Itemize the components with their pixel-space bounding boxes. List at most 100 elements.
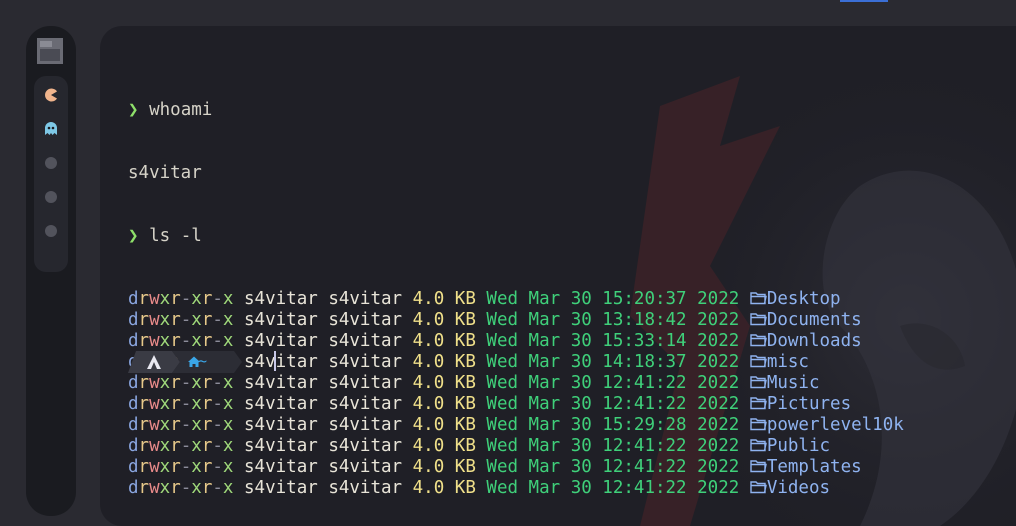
command-line: ❯ ls -l: [128, 226, 904, 247]
folder-icon: [750, 478, 767, 498]
listing-row: drwxr-xr-x s4vitar s4vitar 4.0 KB Wed Ma…: [128, 415, 904, 436]
modified-date: Wed Mar 30 13:18:42 2022: [486, 310, 740, 330]
folder-name: Pictures: [766, 394, 852, 414]
workspace-1[interactable]: [44, 88, 58, 102]
permissions: drwxr-xr-x: [128, 331, 234, 351]
text-cursor[interactable]: [274, 351, 276, 371]
owner-group: s4vitar: [328, 415, 403, 435]
file-size: 4.0 KB: [412, 394, 476, 414]
window-manager-logo-icon[interactable]: [37, 38, 63, 64]
command-line: ❯ whoami: [128, 100, 904, 121]
owner-group: s4vitar: [328, 394, 403, 414]
owner-group: s4vitar: [328, 436, 403, 456]
workspace-2[interactable]: [44, 122, 58, 136]
prompt-symbol: ❯: [128, 226, 139, 246]
folder-icon: [750, 436, 767, 456]
listing-row: drwxr-xr-x s4vitar s4vitar 4.0 KB Wed Ma…: [128, 373, 904, 394]
folder-name: powerlevel10k: [766, 415, 904, 435]
folder-icon: [750, 373, 767, 393]
folder-name: Downloads: [766, 331, 862, 351]
owner-user: s4vitar: [244, 394, 318, 414]
file-size: 4.0 KB: [412, 415, 476, 435]
top-bar: [0, 0, 1016, 6]
permissions: drwxr-xr-x: [128, 289, 234, 309]
permissions: drwxr-xr-x: [128, 436, 234, 456]
modified-date: Wed Mar 30 12:41:22 2022: [486, 436, 740, 456]
modified-date: Wed Mar 30 12:41:22 2022: [486, 457, 740, 477]
permissions: drwxr-xr-x: [128, 373, 234, 393]
directory-listing: drwxr-xr-x s4vitar s4vitar 4.0 KB Wed Ma…: [128, 289, 904, 499]
folder-icon: [750, 289, 767, 309]
modified-date: Wed Mar 30 14:18:37 2022: [486, 352, 740, 372]
owner-user: s4vitar: [244, 352, 318, 372]
file-size: 4.0 KB: [412, 373, 476, 393]
folder-name: Documents: [766, 310, 862, 330]
command-text: whoami: [149, 100, 213, 120]
pacman-icon: [45, 88, 57, 102]
owner-user: s4vitar: [244, 310, 318, 330]
permissions: drwxr-xr-x: [128, 394, 234, 414]
terminal-window[interactable]: ❯ whoami s4vitar ❯ ls -l drwxr-xr-x s4vi…: [100, 26, 1016, 526]
owner-group: s4vitar: [328, 457, 403, 477]
home-dir-label: ~: [198, 352, 208, 370]
file-size: 4.0 KB: [412, 331, 476, 351]
owner-group: s4vitar: [328, 373, 403, 393]
dot-icon: [45, 191, 57, 203]
workspace-5[interactable]: [44, 224, 58, 238]
folder-name: Videos: [766, 478, 831, 498]
folder-icon: [750, 457, 767, 477]
terminal-output: ❯ whoami s4vitar ❯ ls -l drwxr-xr-x s4vi…: [128, 58, 904, 526]
owner-user: s4vitar: [244, 289, 318, 309]
owner-user: s4vitar: [244, 415, 318, 435]
folder-icon: [750, 394, 767, 414]
listing-row: drwxr-xr-x s4vitar s4vitar 4.0 KB Wed Ma…: [128, 331, 904, 352]
owner-user: s4vitar: [244, 331, 318, 351]
listing-row: drwxr-xr-x s4vitar s4vitar 4.0 KB Wed Ma…: [128, 394, 904, 415]
folder-icon: [750, 352, 767, 372]
modified-date: Wed Mar 30 15:33:14 2022: [486, 331, 740, 351]
permissions: drwxr-xr-x: [128, 478, 234, 498]
workspace-sidebar: [26, 26, 76, 516]
owner-group: s4vitar: [328, 310, 403, 330]
dot-icon: [45, 157, 57, 169]
workspace-group: [34, 76, 68, 272]
command-output: s4vitar: [128, 163, 202, 183]
folder-icon: [750, 415, 767, 435]
listing-row: drwxr-xr-x s4vitar s4vitar 4.0 KB Wed Ma…: [128, 457, 904, 478]
owner-group: s4vitar: [328, 289, 403, 309]
folder-name: Templates: [766, 457, 862, 477]
owner-user: s4vitar: [244, 373, 318, 393]
prompt-symbol: ❯: [128, 100, 139, 120]
folder-name: Public: [766, 436, 831, 456]
modified-date: Wed Mar 30 12:41:22 2022: [486, 478, 740, 498]
file-size: 4.0 KB: [412, 352, 476, 372]
folder-name: misc: [766, 352, 809, 372]
dot-icon: [45, 225, 57, 237]
file-size: 4.0 KB: [412, 310, 476, 330]
workspace-3[interactable]: [44, 156, 58, 170]
workspace-4[interactable]: [44, 190, 58, 204]
file-size: 4.0 KB: [412, 457, 476, 477]
file-size: 4.0 KB: [412, 436, 476, 456]
owner-user: s4vitar: [244, 457, 318, 477]
file-size: 4.0 KB: [412, 289, 476, 309]
top-bar-accent: [840, 0, 888, 2]
file-size: 4.0 KB: [412, 478, 476, 498]
folder-name: Desktop: [766, 289, 841, 309]
ghost-icon: [45, 122, 57, 135]
listing-row: drwxr-xr-x s4vitar s4vitar 4.0 KB Wed Ma…: [128, 478, 904, 499]
listing-row: drwxr-xr-x s4vitar s4vitar 4.0 KB Wed Ma…: [128, 289, 904, 310]
permissions: drwxr-xr-x: [128, 457, 234, 477]
modified-date: Wed Mar 30 15:29:28 2022: [486, 415, 740, 435]
command-text: ls -l: [149, 226, 202, 246]
folder-icon: [750, 331, 767, 351]
modified-date: Wed Mar 30 15:20:37 2022: [486, 289, 740, 309]
listing-row: drwxr-xr-x s4vitar s4vitar 4.0 KB Wed Ma…: [128, 310, 904, 331]
folder-name: Music: [766, 373, 820, 393]
modified-date: Wed Mar 30 12:41:22 2022: [486, 394, 740, 414]
permissions: drwxr-xr-x: [128, 310, 234, 330]
listing-row: drwxr-xr-x s4vitar s4vitar 4.0 KB Wed Ma…: [128, 352, 904, 373]
folder-icon: [750, 310, 767, 330]
owner-group: s4vitar: [328, 352, 403, 372]
owner-user: s4vitar: [244, 478, 318, 498]
